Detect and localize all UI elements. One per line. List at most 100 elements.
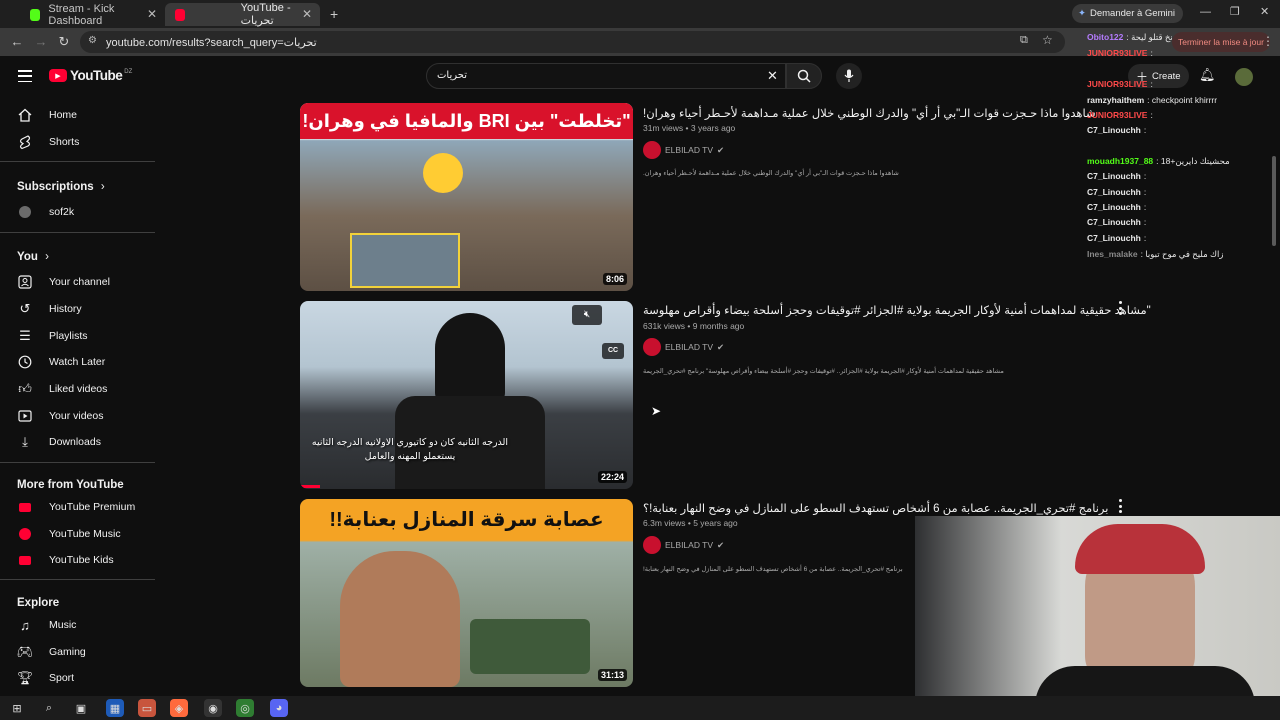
back-icon[interactable]: ← <box>8 33 26 51</box>
brave-icon[interactable]: ◈ <box>170 699 188 717</box>
subscriptions-header[interactable]: Subscriptions › <box>17 181 105 193</box>
sidebar-item-home[interactable]: Home <box>0 102 155 128</box>
sidebar-item-youtube-music[interactable]: YouTube Music <box>0 521 155 547</box>
forward-icon[interactable]: → <box>32 33 50 51</box>
close-icon[interactable]: ✕ <box>302 7 312 21</box>
restore-icon[interactable]: ❐ <box>1230 5 1240 18</box>
sidebar-item-sport[interactable]: 🏆︎ Sport <box>0 665 155 691</box>
video-title[interactable]: شاهدوا ماذا حـجزت قوات الـ"بي أر أي" وال… <box>643 106 1096 120</box>
chat-username[interactable]: C7_Linouchh <box>1087 217 1141 227</box>
notifications-bell-icon[interactable]: 🔔︎ <box>1199 67 1216 83</box>
sidebar-item-label: sof2k <box>49 206 75 218</box>
chat-username[interactable]: JUNIOR93LIVE <box>1087 110 1147 120</box>
chat-username[interactable]: C7_Linouchh <box>1087 233 1141 243</box>
chat-username[interactable]: Ines_malake <box>1087 249 1138 259</box>
chat-text: : <box>1143 202 1147 212</box>
youtube-icon <box>175 8 185 21</box>
video-thumbnail[interactable]: 🔇︎ CC الدرجه الثانيه كان دو كاتيوري الاو… <box>300 301 633 489</box>
chat-text: : <box>1150 48 1153 58</box>
store-icon[interactable]: ▦ <box>106 699 124 717</box>
chat-username[interactable]: JUNIOR93LIVE <box>1087 79 1147 89</box>
gemini-button[interactable]: ✦ Demander à Gemini <box>1072 4 1184 23</box>
chat-message: C7_Linouchh: <box>1087 217 1146 227</box>
sidebar-item-gaming[interactable]: 🎮︎ Gaming <box>0 639 155 665</box>
video-duration: 8:06 <box>602 273 627 285</box>
you-header[interactable]: You › <box>17 251 49 263</box>
chat-message: JUNIOR93LIVE: <box>1087 79 1153 89</box>
site-info-icon[interactable]: ⚙ <box>88 35 97 46</box>
update-button[interactable]: Terminer la mise à jour <box>1172 32 1270 52</box>
video-channel[interactable]: ELBILAD TV ✔ <box>643 536 724 554</box>
sidebar-item-liked-videos[interactable]: 👍︎ Liked videos <box>0 376 155 402</box>
discord-icon[interactable]: ◕ <box>270 699 288 717</box>
tab-youtube[interactable]: YouTube - تحريات ✕ <box>165 2 320 27</box>
chat-username[interactable]: JUNIOR93LIVE <box>1087 48 1147 58</box>
sidebar-item-youtube-premium[interactable]: YouTube Premium <box>0 494 155 520</box>
video-channel[interactable]: ELBILAD TV ✔ <box>643 338 724 356</box>
avatar[interactable] <box>1235 68 1253 86</box>
search-icon[interactable]: ⌕ <box>40 699 58 717</box>
chat-username[interactable]: mouadh1937_88 <box>1087 156 1153 166</box>
chat-username[interactable]: ramzyhaithem <box>1087 95 1144 105</box>
chrome-icon[interactable]: ◎ <box>236 699 254 717</box>
red-cap <box>1075 524 1205 574</box>
app-icon[interactable]: ▭ <box>138 699 156 717</box>
sidebar-item-history[interactable]: ↺ History <box>0 296 155 322</box>
sidebar-item-downloads[interactable]: ⤓ Downloads <box>0 429 155 455</box>
hamburger-menu-icon[interactable] <box>18 70 32 82</box>
mute-icon[interactable]: 🔇︎ <box>572 305 602 325</box>
menu-dots-icon[interactable]: ⋮ <box>1262 34 1274 48</box>
sidebar-item-label: Shorts <box>49 136 80 148</box>
close-window-icon[interactable]: ✕ <box>1260 5 1269 18</box>
channel-name: ELBILAD TV <box>665 540 714 550</box>
sidebar-item-playlists[interactable]: ☰ Playlists <box>0 323 155 349</box>
sidebar-item-sof2k[interactable]: sof2k <box>0 199 155 225</box>
voice-search-button[interactable] <box>836 63 862 89</box>
windows-start-icon[interactable]: ⊞ <box>8 699 26 717</box>
sidebar-item-music[interactable]: ♫ Music <box>0 612 155 638</box>
channel-avatar <box>643 141 661 159</box>
search-input[interactable]: تحريات ✕ <box>426 63 786 89</box>
browser-tab-bar: Stream - Kick Dashboard ✕ YouTube - تحري… <box>0 0 1280 28</box>
chat-message: C7_Linouchh: <box>1087 233 1146 243</box>
chat-message: C7_Linouchh: <box>1087 125 1146 135</box>
task-view-icon[interactable]: ▣ <box>72 699 90 717</box>
obs-icon[interactable]: ◉ <box>204 699 222 717</box>
minimize-icon[interactable]: — <box>1200 6 1211 18</box>
sidebar-item-youtube-kids[interactable]: YouTube Kids <box>0 547 155 573</box>
video-channel[interactable]: ELBILAD TV ✔ <box>643 141 724 159</box>
tab-kick-dashboard[interactable]: Stream - Kick Dashboard ✕ <box>20 3 165 27</box>
chat-username[interactable]: C7_Linouchh <box>1087 171 1141 181</box>
captions-icon[interactable]: CC <box>602 343 624 359</box>
clear-search-icon[interactable]: ✕ <box>767 68 778 84</box>
sidebar-item-your-videos[interactable]: Your videos <box>0 403 155 429</box>
video-title[interactable]: "مشاهد حقيقية لمداهمات أمنية لأوكار الجر… <box>643 303 1151 317</box>
scrollbar[interactable] <box>1272 156 1276 246</box>
sidebar-item-watch-later[interactable]: Watch Later <box>0 349 155 375</box>
video-description: مشاهد حقيقية لمداهمات أمنية لأوكار #الجر… <box>643 368 1004 375</box>
close-icon[interactable]: ✕ <box>147 7 157 21</box>
reload-icon[interactable]: ↻ <box>55 33 73 51</box>
bookmark-star-icon[interactable]: ☆ <box>1042 33 1053 47</box>
install-icon[interactable]: ⧉ <box>1020 34 1028 47</box>
subscriptions-header-label: Subscriptions <box>17 181 94 193</box>
sidebar-item-your-channel[interactable]: Your channel <box>0 269 155 295</box>
chat-message: C7_Linouchh: <box>1087 187 1146 197</box>
address-bar[interactable]: ⚙ youtube.com/results?search_query=تحريا… <box>80 31 1065 53</box>
video-thumbnail[interactable]: عصابة سرقة المنازل بعنابة!! 31:13 <box>300 499 633 687</box>
search-button[interactable] <box>786 63 822 89</box>
you-header-label: You <box>17 251 38 263</box>
video-title[interactable]: برنامج #تحري_الجريمة.. عصابة من 6 أشخاص … <box>643 501 1108 515</box>
youtube-logo[interactable]: ▶ YouTube DZ <box>49 68 132 83</box>
more-options-icon[interactable] <box>1116 499 1124 513</box>
chat-username[interactable]: C7_Linouchh <box>1087 187 1141 197</box>
more-options-icon[interactable] <box>1116 301 1124 315</box>
shocked-emoji <box>423 153 463 193</box>
chat-username[interactable]: C7_Linouchh <box>1087 202 1141 212</box>
new-tab-button[interactable]: + <box>330 6 338 22</box>
chat-username[interactable]: C7_Linouchh <box>1087 125 1141 135</box>
watch-later-icon <box>17 354 33 370</box>
chat-username[interactable]: Obito122 <box>1087 32 1123 42</box>
sidebar-item-shorts[interactable]: Shorts <box>0 129 155 155</box>
video-thumbnail[interactable]: "تخلطت" بين BRI والمافيا في وهران! 8:06 <box>300 103 633 291</box>
